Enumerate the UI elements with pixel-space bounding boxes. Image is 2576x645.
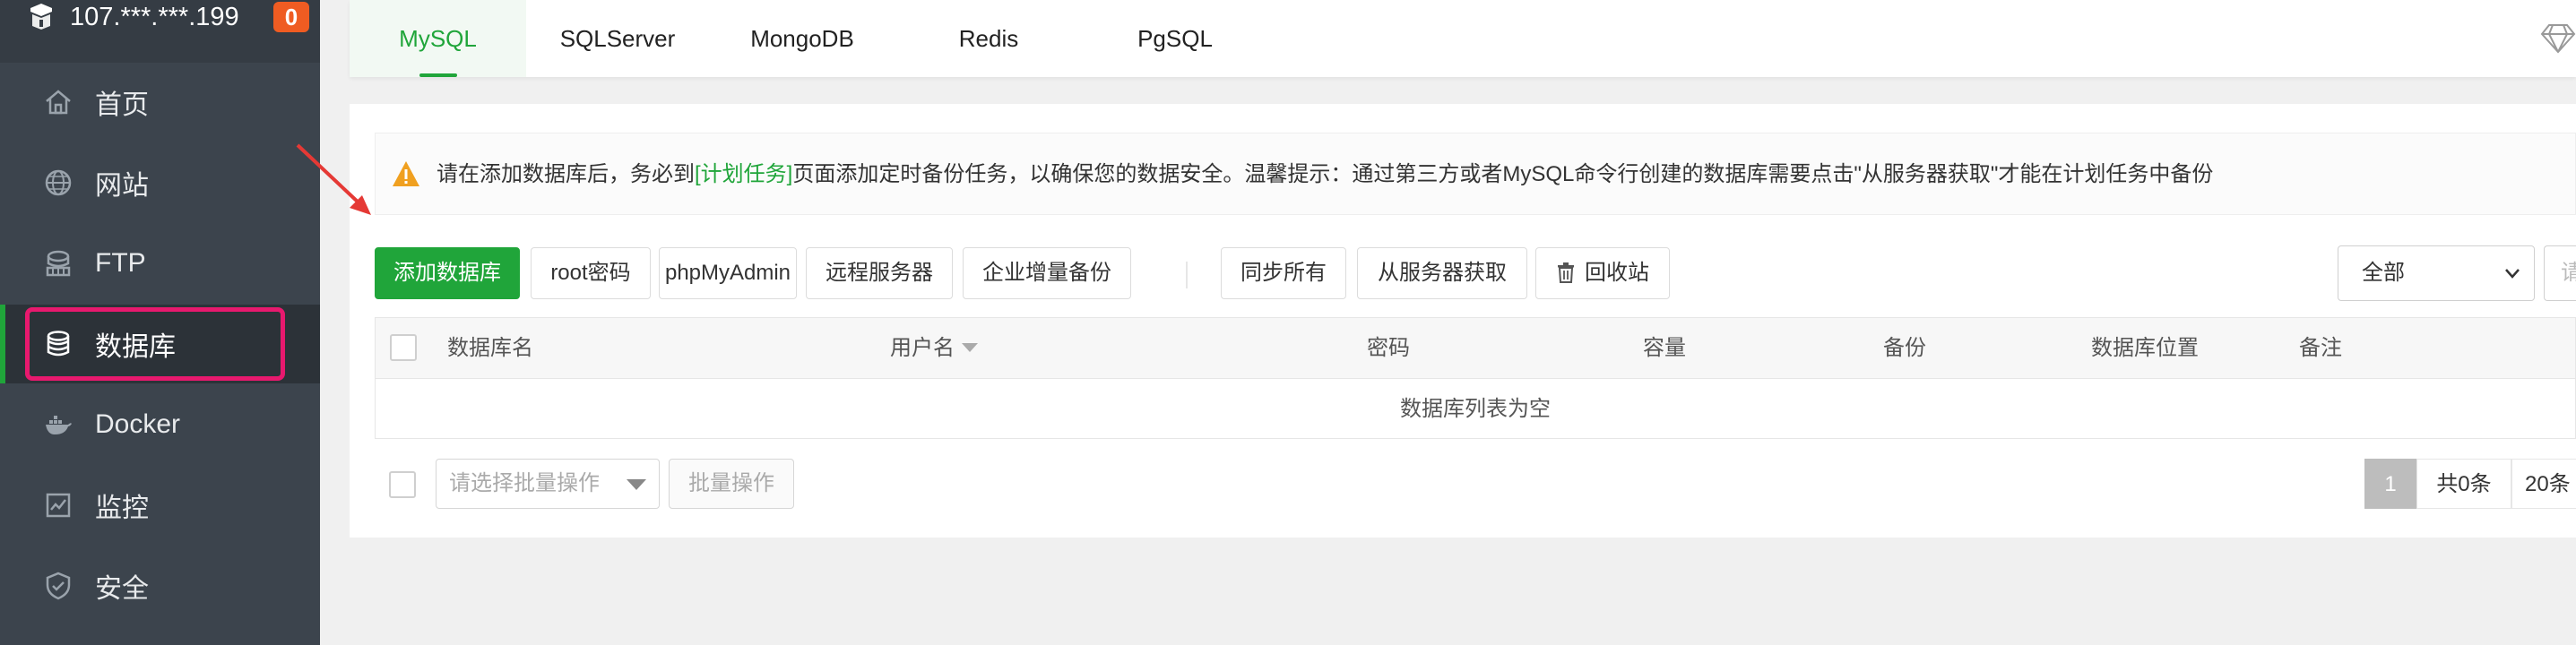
database-type-tabs: MySQL SQLServer MongoDB Redis PgSQL <box>350 0 2576 77</box>
root-password-button[interactable]: root密码 <box>531 247 651 299</box>
cron-task-link[interactable]: [计划任务] <box>695 162 792 186</box>
chevron-down-icon <box>2505 269 2520 279</box>
sync-all-button[interactable]: 同步所有 <box>1221 247 1346 299</box>
batch-operation-button[interactable]: 批量操作 <box>669 459 794 509</box>
recycle-bin-button[interactable]: 回收站 <box>1535 247 1670 299</box>
home-icon <box>46 90 71 115</box>
column-header-password: 密码 <box>1367 336 1410 360</box>
sidebar-item-label: Docker <box>95 409 181 439</box>
batch-operation-select[interactable]: 请选择批量操作 <box>436 459 660 509</box>
database-panel: 请在添加数据库后，务必到[计划任务]页面添加定时备份任务，以确保您的数据安全。温… <box>350 104 2576 538</box>
tab-label: MySQL <box>399 25 477 52</box>
notice-text: 请在添加数据库后，务必到[计划任务]页面添加定时备份任务，以确保您的数据安全。温… <box>437 133 2213 216</box>
tab-label: PgSQL <box>1137 25 1213 52</box>
tab-sqlserver[interactable]: SQLServer <box>526 0 709 77</box>
total-count: 共0条 <box>2416 459 2511 509</box>
page-size-select[interactable]: 20条 <box>2511 459 2576 509</box>
tab-pgsql[interactable]: PgSQL <box>1082 0 1268 77</box>
table-header: 数据库名 用户名 密码 容量 备份 数据库位置 备注 <box>376 318 2575 379</box>
sidebar-item-docker[interactable]: Docker <box>0 385 320 464</box>
tab-label: MongoDB <box>750 25 854 52</box>
sidebar-item-security[interactable]: 安全 <box>0 546 320 625</box>
sidebar: 107.***.***.199 0 首页 网站 FTP 数据库 Docker 监… <box>0 0 320 645</box>
sidebar-item-database[interactable]: 数据库 <box>0 305 320 383</box>
pagination: 1 共0条 20条 <box>2364 459 2576 509</box>
sidebar-item-label: 网站 <box>95 171 149 201</box>
column-header-remark: 备注 <box>2299 336 2342 360</box>
active-tab-indicator <box>419 73 457 77</box>
sidebar-item-label: 首页 <box>95 90 149 120</box>
monitor-icon <box>46 493 71 518</box>
notification-badge[interactable]: 0 <box>273 2 309 32</box>
sidebar-item-ftp[interactable]: FTP <box>0 224 320 303</box>
server-header[interactable]: 107.***.***.199 0 <box>0 0 320 63</box>
caret-down-icon <box>627 479 646 490</box>
toolbar-divider <box>1186 262 1188 288</box>
notice-text-before: 请在添加数据库后，务必到 <box>437 162 695 186</box>
database-icon <box>47 331 70 357</box>
notice-text-after: 页面添加定时备份任务，以确保您的数据安全。温馨提示：通过第三方或者MySQL命令… <box>792 162 2214 186</box>
sidebar-item-monitor[interactable]: 监控 <box>0 466 320 545</box>
enterprise-backup-button[interactable]: 企业增量备份 <box>963 247 1131 299</box>
column-header-location: 数据库位置 <box>2091 336 2199 360</box>
filter-select[interactable]: 全部 <box>2338 245 2535 301</box>
sidebar-item-label: 监控 <box>95 494 149 523</box>
batch-select-placeholder: 请选择批量操作 <box>449 471 600 495</box>
server-icon <box>30 4 52 30</box>
globe-icon <box>45 169 72 196</box>
select-all-checkbox[interactable] <box>390 334 417 361</box>
page-number-current[interactable]: 1 <box>2364 459 2416 509</box>
sidebar-item-website[interactable]: 网站 <box>0 143 320 222</box>
add-database-button[interactable]: 添加数据库 <box>375 247 520 299</box>
column-header-dbname[interactable]: 数据库名 <box>447 318 533 379</box>
warning-icon <box>393 161 419 186</box>
column-header-capacity: 容量 <box>1643 336 1686 360</box>
remote-server-button[interactable]: 远程服务器 <box>806 247 953 299</box>
batch-select-checkbox[interactable] <box>389 471 416 498</box>
search-input[interactable]: 请 <box>2544 245 2576 301</box>
diamond-icon[interactable] <box>2540 20 2576 56</box>
sidebar-item-home[interactable]: 首页 <box>0 63 320 142</box>
annotation-arrow <box>296 143 371 215</box>
tab-redis[interactable]: Redis <box>895 0 1082 77</box>
docker-icon <box>46 416 72 434</box>
server-ip: 107.***.***.199 <box>70 3 239 31</box>
trash-icon <box>1558 262 1574 283</box>
fetch-from-server-button[interactable]: 从服务器获取 <box>1357 247 1527 299</box>
tab-mysql[interactable]: MySQL <box>350 0 526 77</box>
empty-table-message: 数据库列表为空 <box>1400 397 1551 421</box>
tab-label: SQLServer <box>559 25 676 52</box>
sort-arrow-icon <box>962 342 978 352</box>
column-header-username-label: 用户名 <box>890 336 955 360</box>
tab-mongodb[interactable]: MongoDB <box>709 0 895 77</box>
column-header-backup: 备份 <box>1883 336 1926 360</box>
notice-banner: 请在添加数据库后，务必到[计划任务]页面添加定时备份任务，以确保您的数据安全。温… <box>375 133 2576 215</box>
column-header-username[interactable]: 用户名 <box>890 318 978 379</box>
phpmyadmin-button[interactable]: phpMyAdmin <box>659 247 797 299</box>
shield-icon <box>46 572 71 600</box>
sidebar-item-label: 数据库 <box>95 332 176 362</box>
recycle-bin-label: 回收站 <box>1585 261 1649 285</box>
sidebar-item-label: 安全 <box>95 574 149 604</box>
filter-select-value: 全部 <box>2362 261 2405 285</box>
sidebar-item-label: FTP <box>95 248 146 278</box>
tab-label: Redis <box>958 25 1019 52</box>
ftp-icon <box>46 250 71 277</box>
database-table: 数据库名 用户名 密码 容量 备份 数据库位置 备注 数据库列表为空 <box>375 317 2576 439</box>
